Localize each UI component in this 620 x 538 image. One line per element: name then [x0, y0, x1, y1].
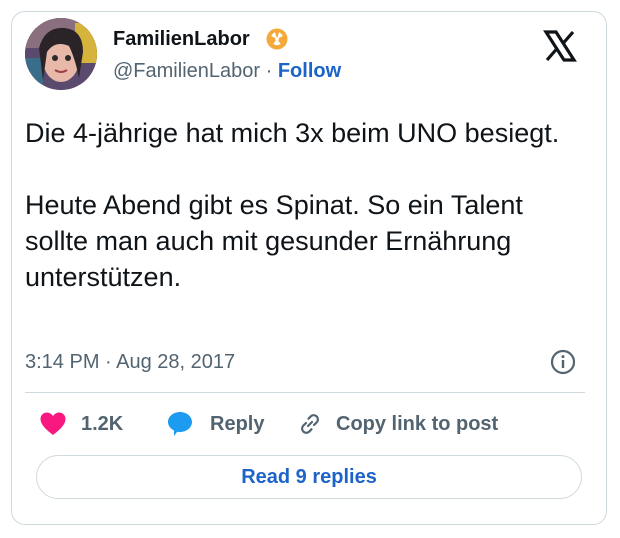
like-button[interactable]: 1.2K: [39, 410, 123, 438]
radioactive-icon: [266, 28, 288, 50]
x-logo-icon[interactable]: [540, 26, 580, 66]
reply-button[interactable]: Reply: [166, 410, 264, 438]
tweet-text: Die 4-jährige hat mich 3x beim UNO besie…: [25, 115, 585, 295]
separator-dot: ·: [265, 60, 273, 82]
author-handle-line: @FamilienLabor · Follow: [113, 59, 341, 83]
like-count: 1.2K: [81, 413, 124, 435]
info-icon[interactable]: [549, 348, 577, 376]
copy-link-button[interactable]: Copy link to post: [296, 410, 498, 438]
copy-link-label: Copy link to post: [336, 413, 499, 435]
divider: [25, 392, 585, 393]
tweet-timestamp[interactable]: 3:14 PM · Aug 28, 2017: [25, 350, 235, 374]
author-handle[interactable]: @FamilienLabor: [113, 60, 260, 82]
author-display-name[interactable]: FamilienLabor: [113, 27, 250, 51]
author-avatar[interactable]: [25, 18, 97, 90]
tweet-paragraph: Heute Abend gibt es Spinat. So ein Talen…: [25, 190, 523, 292]
tweet-paragraph: Die 4-jährige hat mich 3x beim UNO besie…: [25, 118, 560, 148]
read-replies-button[interactable]: Read 9 replies: [36, 455, 582, 499]
link-icon: [301, 414, 319, 434]
heart-icon: [40, 412, 66, 435]
reply-label: Reply: [210, 413, 265, 435]
speech-bubble-icon: [168, 412, 192, 436]
follow-button[interactable]: Follow: [278, 60, 341, 82]
